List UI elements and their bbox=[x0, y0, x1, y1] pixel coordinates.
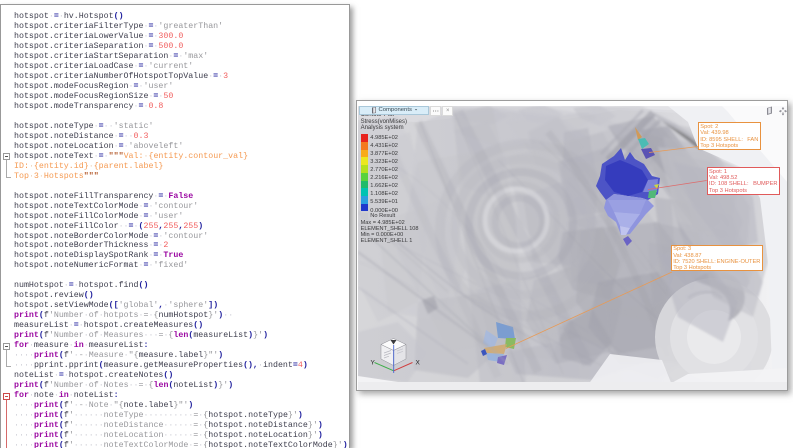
svg-text:X: X bbox=[415, 359, 420, 366]
svg-text:Y: Y bbox=[370, 359, 375, 366]
